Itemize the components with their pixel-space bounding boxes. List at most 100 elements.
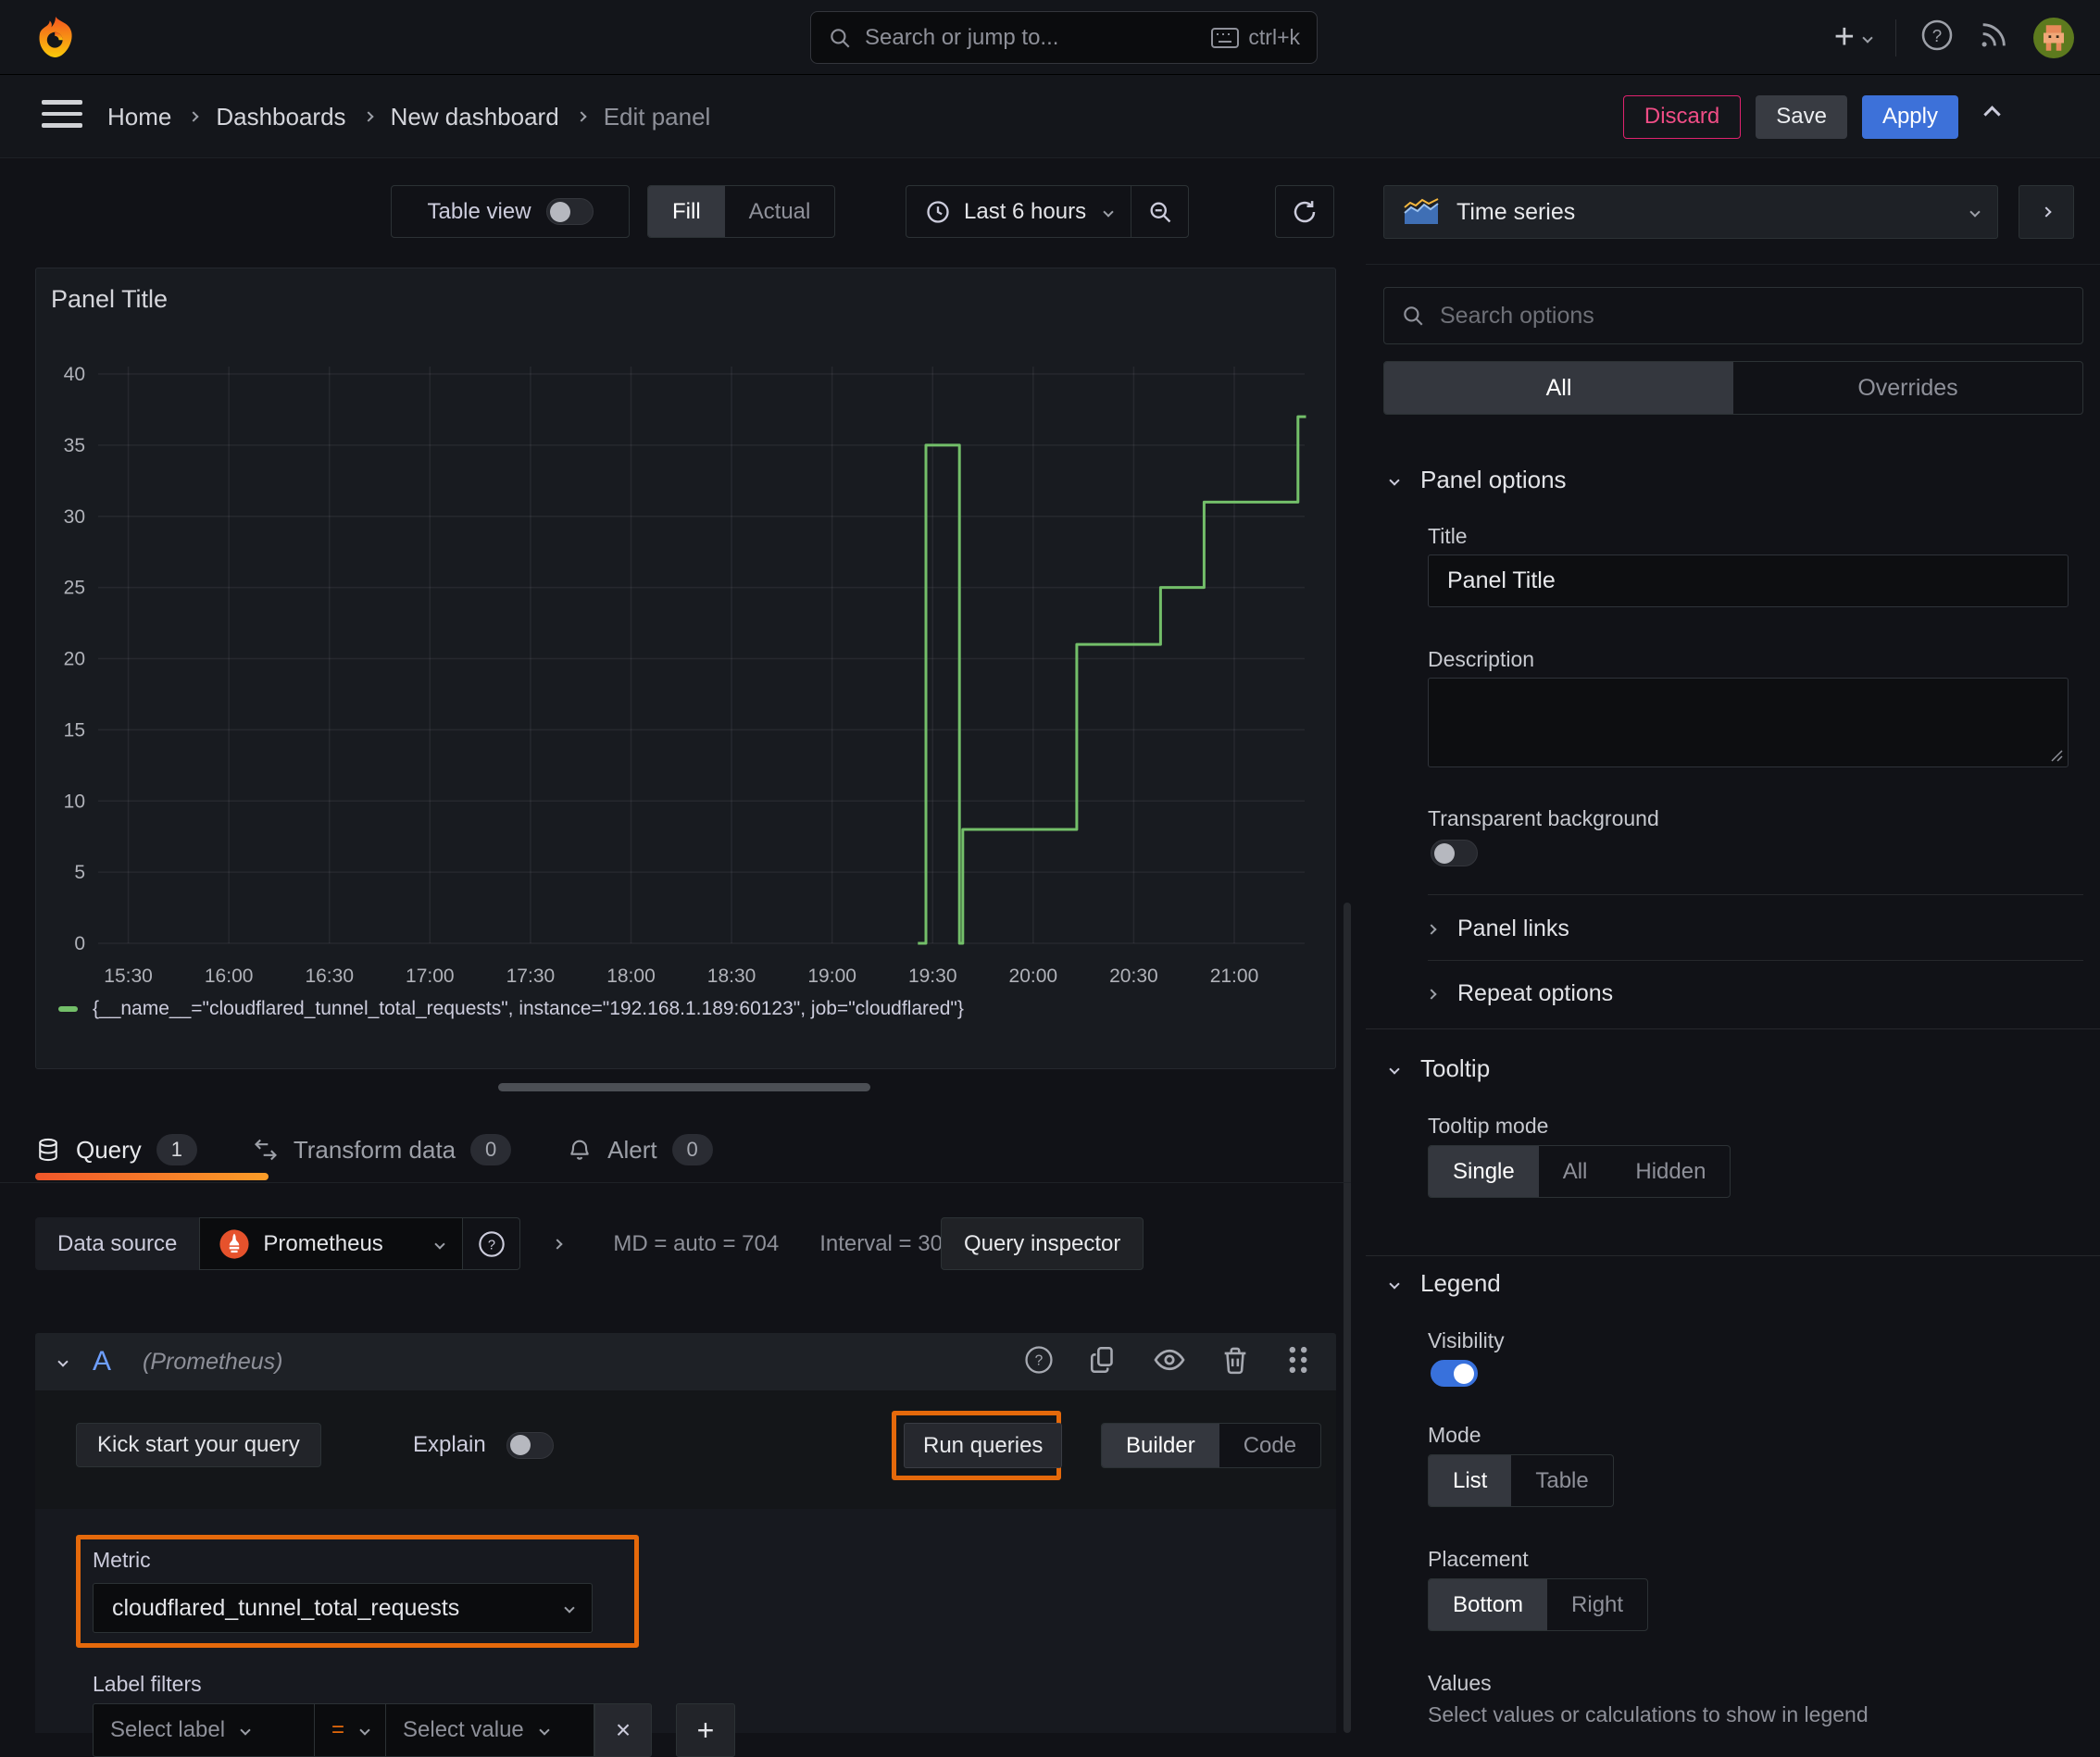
help-button[interactable]: ?: [1920, 19, 1954, 56]
query-builder-body: Metric cloudflared_tunnel_total_requests…: [35, 1509, 1336, 1757]
query-help-button[interactable]: ?: [1023, 1344, 1055, 1380]
legend-placement-right[interactable]: Right: [1547, 1579, 1647, 1630]
query-count-badge: 1: [156, 1134, 197, 1165]
vertical-scrollbar[interactable]: [1344, 903, 1351, 1733]
transparent-background-toggle[interactable]: [1431, 840, 1478, 866]
duplicate-query-button[interactable]: [1088, 1344, 1119, 1380]
panel-links-section-header[interactable]: Panel links: [1426, 916, 1569, 942]
chevron-down-icon: [1103, 206, 1114, 218]
chevron-right-icon: [2041, 206, 2052, 218]
y-axis-tick-label: 40: [64, 364, 85, 385]
y-axis-tick-label: 0: [74, 933, 85, 954]
plus-icon: +: [1833, 18, 1855, 56]
fill-option[interactable]: Fill: [648, 186, 725, 237]
explain-label: Explain: [413, 1432, 486, 1457]
tab-transform-data[interactable]: Transform data 0: [253, 1134, 512, 1165]
tooltip-mode-all[interactable]: All: [1539, 1146, 1612, 1197]
legend-placement-bottom[interactable]: Bottom: [1429, 1579, 1548, 1630]
metric-select[interactable]: cloudflared_tunnel_total_requests: [93, 1583, 593, 1633]
table-view-toggle[interactable]: [545, 198, 594, 225]
chevron-down-icon: [240, 1725, 251, 1736]
zoom-out-button[interactable]: [1131, 186, 1188, 237]
legend-mode-label: Mode: [1428, 1423, 1481, 1447]
remove-filter-button[interactable]: ×: [594, 1703, 653, 1757]
tab-overrides[interactable]: Overrides: [1733, 362, 2082, 414]
chevron-down-icon: [539, 1725, 550, 1736]
query-ref-id: A: [93, 1346, 112, 1377]
panel-title-input[interactable]: [1428, 555, 2069, 607]
chevron-down-icon: [1389, 1063, 1400, 1075]
repeat-options-section-header[interactable]: Repeat options: [1426, 980, 1613, 1007]
legend-mode-list[interactable]: List: [1429, 1455, 1512, 1506]
viz-suggestions-button[interactable]: [2019, 185, 2074, 239]
time-range-button[interactable]: Last 6 hours: [906, 186, 1131, 237]
svg-text:?: ?: [1035, 1352, 1044, 1368]
collapse-options-button[interactable]: [1973, 106, 2011, 125]
panel-preview[interactable]: Panel Title 0 5 10 15 20 25 30 35 40 15:30 16:00 16…: [35, 268, 1336, 1069]
label-filter-row: Select label = Select value × +: [93, 1703, 736, 1757]
apply-button[interactable]: Apply: [1861, 94, 1958, 139]
operator-dropdown[interactable]: =: [315, 1703, 387, 1757]
tooltip-section-header[interactable]: Tooltip: [1389, 1054, 1490, 1083]
prometheus-icon: [219, 1228, 250, 1260]
tab-query[interactable]: Query 1: [35, 1134, 197, 1165]
chart-legend[interactable]: {__name__="cloudflared_tunnel_total_requ…: [58, 998, 964, 1020]
table-view-control: Table view: [391, 185, 630, 238]
run-queries-button[interactable]: Run queries: [904, 1423, 1063, 1468]
code-option[interactable]: Code: [1219, 1424, 1320, 1467]
refresh-button[interactable]: [1275, 185, 1334, 238]
legend-mode-table[interactable]: Table: [1511, 1455, 1612, 1506]
query-inspector-button[interactable]: Query inspector: [940, 1217, 1144, 1270]
add-filter-button[interactable]: +: [676, 1703, 736, 1757]
tab-all[interactable]: All: [1384, 362, 1733, 414]
tooltip-mode-single[interactable]: Single: [1429, 1146, 1539, 1197]
options-search[interactable]: [1383, 287, 2083, 344]
expand-options-button[interactable]: [552, 1217, 564, 1270]
time-range-label: Last 6 hours: [964, 198, 1087, 224]
explain-toggle[interactable]: [506, 1431, 554, 1459]
save-button[interactable]: Save: [1756, 94, 1847, 139]
kick-start-query-button[interactable]: Kick start your query: [76, 1423, 321, 1467]
hide-query-eye-button[interactable]: [1153, 1343, 1186, 1381]
collapse-query-icon[interactable]: [57, 1356, 69, 1367]
y-axis-tick-label: 5: [74, 862, 85, 883]
editor-tabs: Query 1 Transform data 0 Alert 0: [35, 1119, 713, 1180]
y-axis-tick-label: 10: [64, 791, 85, 812]
legend-series-name: {__name__="cloudflared_tunnel_total_requ…: [93, 998, 964, 1019]
discard-button[interactable]: Discard: [1622, 94, 1742, 139]
chevron-right-icon: [552, 1238, 564, 1250]
legend-swatch: [58, 1006, 78, 1012]
builder-option[interactable]: Builder: [1102, 1424, 1219, 1467]
y-axis-tick-label: 15: [64, 719, 85, 741]
query-row-header[interactable]: A (Prometheus) ?: [35, 1333, 1336, 1390]
menu-toggle-icon[interactable]: [42, 100, 82, 135]
legend-visibility-toggle[interactable]: [1431, 1360, 1478, 1387]
drag-handle-icon[interactable]: [1284, 1344, 1312, 1380]
breadcrumb-home[interactable]: Home: [107, 103, 171, 131]
breadcrumb-new-dashboard[interactable]: New dashboard: [391, 103, 559, 131]
horizontal-scrollbar[interactable]: [498, 1083, 870, 1091]
user-avatar[interactable]: [2033, 17, 2074, 58]
select-value-dropdown[interactable]: Select value: [386, 1703, 595, 1757]
chevron-down-icon: [1862, 31, 1873, 44]
tooltip-mode-hidden[interactable]: Hidden: [1611, 1146, 1730, 1197]
visualization-picker[interactable]: Time series: [1383, 185, 1998, 239]
legend-section-header[interactable]: Legend: [1389, 1269, 1501, 1298]
datasource-help-button[interactable]: ?: [463, 1217, 521, 1270]
resize-grip-icon[interactable]: [2048, 747, 2063, 762]
global-search-input[interactable]: Search or jump to... ctrl+k: [810, 11, 1318, 64]
add-menu-button[interactable]: +: [1833, 18, 1873, 57]
select-label-dropdown[interactable]: Select label: [93, 1703, 315, 1757]
actual-option[interactable]: Actual: [725, 186, 835, 237]
options-search-input[interactable]: [1440, 302, 2066, 330]
panel-options-section-header[interactable]: Panel options: [1389, 466, 1567, 494]
panel-description-input[interactable]: [1428, 678, 2069, 767]
breadcrumb-edit-panel: Edit panel: [603, 102, 711, 131]
breadcrumb-dashboards[interactable]: Dashboards: [216, 103, 345, 131]
tab-alert[interactable]: Alert 0: [567, 1134, 713, 1165]
news-rss-button[interactable]: [1978, 19, 2009, 56]
delete-query-button[interactable]: [1219, 1344, 1251, 1380]
grafana-logo-icon[interactable]: [33, 15, 78, 66]
clock-icon: [925, 199, 951, 225]
datasource-picker[interactable]: Prometheus: [199, 1217, 464, 1270]
